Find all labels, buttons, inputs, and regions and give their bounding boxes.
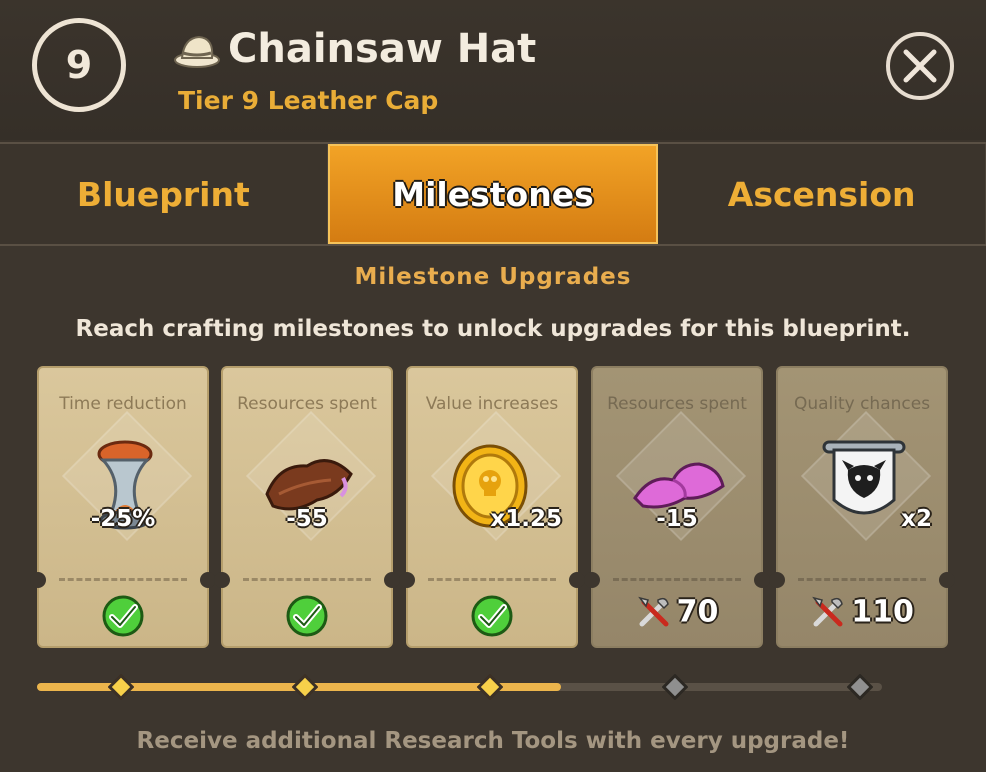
milestone-card-value-increases[interactable]: Value increases x1.25 — [399, 366, 585, 648]
progress-marker-locked — [662, 674, 688, 700]
cost-amount: 70 — [676, 594, 719, 630]
section-description: Reach crafting milestones to unlock upgr… — [75, 316, 911, 342]
milestone-value: -25% — [90, 506, 156, 532]
card-notch — [939, 572, 955, 588]
progress-marker-locked — [847, 674, 873, 700]
milestone-cost: 110 — [778, 594, 946, 630]
tab-bar: Blueprint Milestones Ascension — [0, 142, 986, 246]
card-notch — [754, 572, 770, 588]
pith-helmet-icon — [174, 35, 220, 68]
checkmark-icon — [286, 595, 328, 637]
milestone-value: -55 — [286, 506, 328, 532]
item-subtitle: Tier 9 Leather Cap — [178, 86, 439, 115]
research-tools-icon — [637, 596, 669, 627]
milestone-label: Quality chances — [793, 394, 931, 414]
progress-marker-reached — [108, 674, 134, 700]
milestone-card-time-reduction[interactable]: Time reduction -25% — [30, 366, 216, 648]
milestone-value: x1.25 — [490, 506, 562, 532]
milestone-value: x2 — [901, 506, 932, 532]
progress-marker-reached — [477, 674, 503, 700]
cost-amount: 110 — [851, 594, 914, 630]
tab-milestones[interactable]: Milestones — [327, 144, 659, 244]
header: 9 Chainsaw Hat Tier 9 Leather Cap — [0, 0, 986, 140]
milestone-value: -15 — [656, 506, 698, 532]
milestone-card-resources-spent[interactable]: Resources spent -55 — [214, 366, 400, 648]
card-notch — [769, 572, 785, 588]
milestone-progress-track — [37, 683, 882, 691]
tab-blueprint[interactable]: Blueprint — [0, 144, 328, 244]
checkmark-icon — [102, 595, 144, 637]
milestone-label: Resources spent — [237, 394, 377, 414]
level-number: 9 — [65, 43, 93, 87]
card-divider — [428, 578, 556, 581]
milestone-label: Value increases — [425, 394, 559, 414]
milestone-label: Time reduction — [59, 394, 187, 414]
demon-banner-icon — [822, 440, 906, 515]
level-badge: 9 — [32, 18, 126, 112]
card-notch — [30, 572, 46, 588]
checkmark-icon — [471, 595, 513, 637]
milestone-label: Resources spent — [607, 394, 747, 414]
card-divider — [798, 578, 926, 581]
milestone-cost: 70 — [593, 594, 761, 630]
card-notch — [569, 572, 585, 588]
card-notch — [214, 572, 230, 588]
item-title: Chainsaw Hat — [228, 26, 537, 72]
milestones-panel: Milestone Upgrades Reach crafting milest… — [0, 246, 986, 772]
card-notch — [399, 572, 415, 588]
close-icon — [903, 49, 937, 83]
milestone-card-resources-spent-locked[interactable]: Resources spent -15 70 — [584, 366, 770, 648]
progress-marker-reached — [292, 674, 318, 700]
card-divider — [613, 578, 741, 581]
card-notch — [384, 572, 400, 588]
card-divider — [59, 578, 187, 581]
milestone-card-quality-chances[interactable]: Quality chances x2 110 — [769, 366, 955, 648]
card-notch — [584, 572, 600, 588]
section-title: Milestone Upgrades — [354, 264, 632, 290]
footer-hint: Receive additional Research Tools with e… — [136, 728, 850, 754]
tab-ascension[interactable]: Ascension — [658, 144, 986, 244]
research-tools-icon — [812, 596, 843, 627]
card-divider — [243, 578, 371, 581]
close-button[interactable] — [886, 32, 954, 100]
